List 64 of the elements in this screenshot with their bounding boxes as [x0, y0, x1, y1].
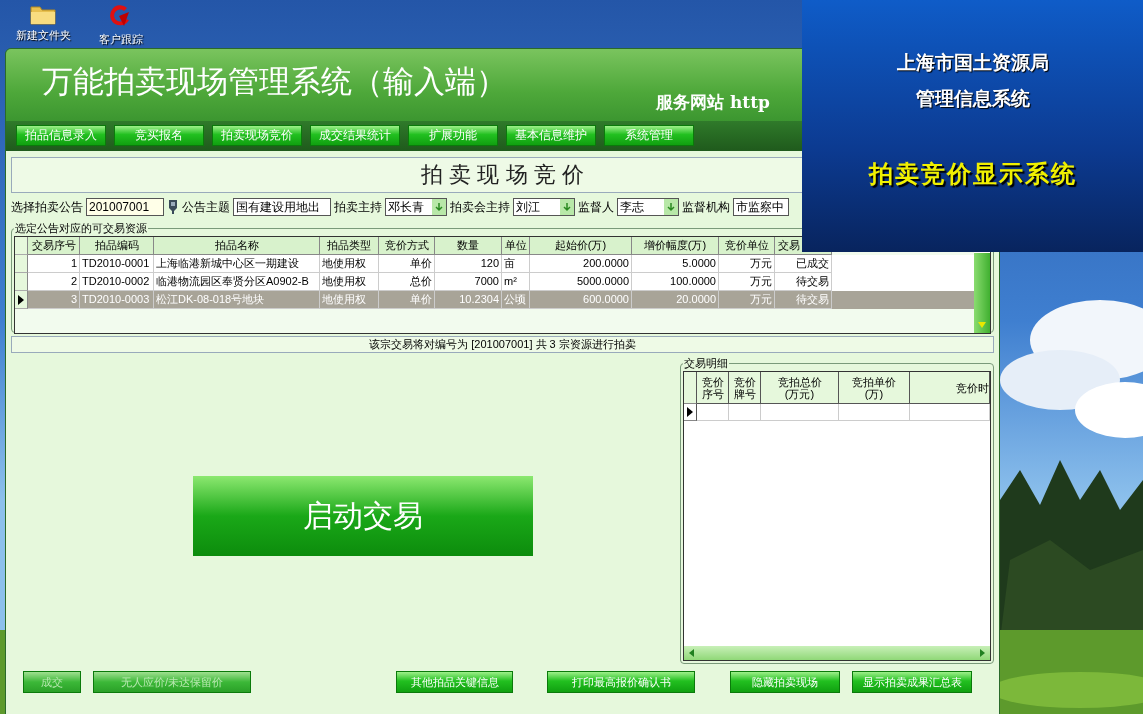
grid-cell[interactable]: [697, 404, 729, 421]
website-label: 服务网站 http: [656, 91, 770, 114]
group-legend: 选定公告对应的可交易资源: [14, 221, 148, 236]
table-cell: 待交易: [775, 291, 832, 309]
table-cell: 600.0000: [530, 291, 632, 309]
field-label: 监督机构: [682, 198, 730, 216]
field-label: 公告主题: [182, 198, 230, 216]
desktop-icon-label: 客户跟踪: [99, 32, 143, 47]
field-label: 拍卖主持: [334, 198, 382, 216]
status-text: 该宗交易将对编号为 [201007001] 共 3 宗资源进行拍卖: [11, 336, 994, 353]
column-header[interactable]: 竞价 牌号: [729, 372, 761, 404]
column-header[interactable]: 数量: [435, 237, 502, 255]
dropdown-arrow-icon[interactable]: [560, 199, 574, 215]
current-row-icon: [687, 407, 693, 417]
column-header[interactable]: 交易序号: [28, 237, 80, 255]
table-cell: 万元: [719, 291, 775, 309]
combo-box[interactable]: 李志: [617, 198, 679, 216]
table-row[interactable]: 1 TD2010-0001 上海临港新城中心区一期建设 地使用权 单价 120 亩 200.0000 5.0000 万元 已成交: [15, 255, 974, 273]
table-cell: 3: [28, 291, 80, 309]
dropdown-arrow-icon[interactable]: [432, 199, 446, 215]
column-header[interactable]: 竞价时: [910, 372, 990, 404]
table-cell: 松江DK-08-018号地块: [154, 291, 320, 309]
column-header[interactable]: 单位: [502, 237, 530, 255]
table-cell: 公顷: [502, 291, 530, 309]
horizontal-scrollbar[interactable]: [684, 646, 990, 660]
field-label: 监督人: [578, 198, 614, 216]
column-header[interactable]: 竞价方式: [379, 237, 435, 255]
field-label: 拍卖会主持: [450, 198, 510, 216]
text-field[interactable]: 201007001: [86, 198, 164, 216]
text-field[interactable]: 国有建设用地出: [233, 198, 331, 216]
grid-cell[interactable]: [839, 404, 910, 421]
row-header-corner: [15, 237, 28, 255]
app-title: 万能拍卖现场管理系统（输入端）: [42, 62, 508, 101]
combo-box[interactable]: 邓长青: [385, 198, 447, 216]
current-row-icon: [18, 294, 24, 305]
grid-cell[interactable]: [910, 404, 990, 421]
column-header[interactable]: 拍品编码: [80, 237, 154, 255]
table-cell: TD2010-0003: [80, 291, 154, 309]
column-header[interactable]: 竞价单位: [719, 237, 775, 255]
organization-name: 上海市国土资源局: [896, 50, 1049, 75]
text-field[interactable]: 市监察中: [733, 198, 789, 216]
column-header[interactable]: 竞拍单价 (万): [839, 372, 910, 404]
dropdown-arrow-icon[interactable]: [664, 199, 678, 215]
row-header[interactable]: [15, 291, 28, 309]
column-header[interactable]: 起始价(万): [530, 237, 632, 255]
system-subtitle: 管理信息系统: [915, 86, 1030, 111]
desktop-icon-label: 新建文件夹: [15, 28, 71, 43]
table-row[interactable]: 2 TD2010-0002 临港物流园区奉贤分区A0902-B 地使用权 总价 7000 m² 5000.0000 100.0000 万元 待交易: [15, 273, 974, 291]
grid-cell[interactable]: [729, 404, 761, 421]
column-header[interactable]: 竞拍总价 (万元): [761, 372, 839, 404]
field-label: 选择拍卖公告: [11, 198, 83, 216]
pen-icon[interactable]: [167, 199, 179, 215]
column-header[interactable]: 增价幅度(万): [632, 237, 719, 255]
table-cell: 10.2304: [435, 291, 502, 309]
group-legend: 交易明细: [683, 356, 729, 371]
combo-box[interactable]: 刘江: [513, 198, 575, 216]
column-header[interactable]: 拍品名称: [154, 237, 320, 255]
table-cell: 20.0000: [632, 291, 719, 309]
vertical-scrollbar[interactable]: [974, 253, 990, 333]
table-cell: 地使用权: [320, 291, 379, 309]
column-header[interactable]: 竞价 序号: [697, 372, 729, 404]
grid-cell[interactable]: [761, 404, 839, 421]
table-cell: 单价: [379, 291, 435, 309]
column-header[interactable]: 拍品类型: [320, 237, 379, 255]
